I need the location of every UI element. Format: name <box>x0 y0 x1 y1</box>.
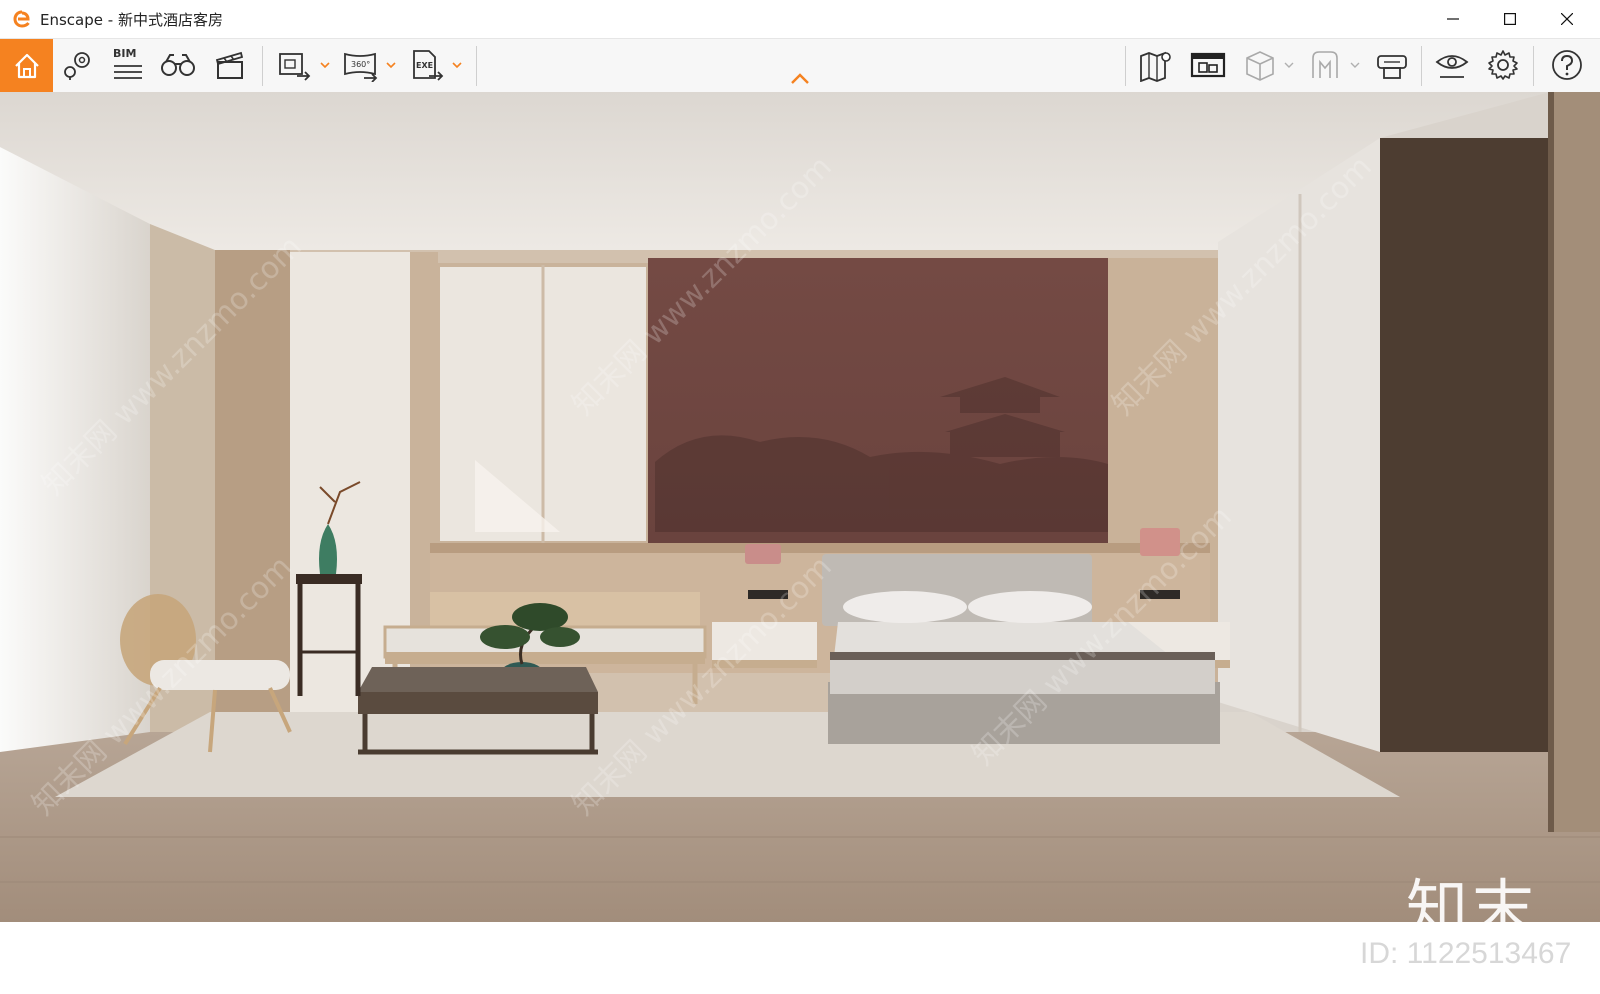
chevron-down-icon[interactable] <box>1349 59 1361 71</box>
app-name: Enscape <box>40 10 103 29</box>
chevron-down-icon[interactable] <box>385 59 397 71</box>
hotel-room-render <box>0 92 1600 922</box>
clapperboard-icon <box>215 51 244 79</box>
binoculars-button[interactable] <box>158 45 198 85</box>
live-link-icon <box>1377 55 1407 79</box>
main-toolbar: BIM 360° EXE <box>0 39 1600 92</box>
toolbar-separator <box>262 46 263 86</box>
map-pin-icon <box>1140 51 1171 82</box>
maximize-button[interactable] <box>1481 0 1538 38</box>
title-separator: - <box>103 10 118 29</box>
settings-button[interactable] <box>1483 45 1523 85</box>
watermark-id: ID: 1122513467 <box>1360 937 1572 970</box>
title-bar: Enscape - 新中式酒店客房 <box>0 0 1600 39</box>
visual-settings-icon <box>1435 55 1469 78</box>
navigation-pin-button[interactable] <box>58 45 98 85</box>
video-editor-button[interactable] <box>210 45 250 85</box>
enscape-logo-icon <box>12 9 32 29</box>
window-title: Enscape - 新中式酒店客房 <box>40 9 223 30</box>
pano-label: 360° <box>351 60 370 69</box>
asset-library-icon <box>1190 52 1226 78</box>
minimize-button[interactable] <box>1424 0 1481 38</box>
map-button[interactable] <box>1136 45 1176 85</box>
export-exe-icon: EXE <box>413 50 444 81</box>
home-icon <box>14 53 39 78</box>
chevron-down-icon[interactable] <box>319 59 331 71</box>
toolbar-separator <box>1421 46 1422 86</box>
export-exe-button[interactable]: EXE <box>407 45 447 85</box>
live-link-button[interactable] <box>1372 45 1412 85</box>
help-icon <box>1552 50 1582 80</box>
close-button[interactable] <box>1538 0 1595 38</box>
close-icon <box>1560 13 1573 25</box>
minimize-icon <box>1446 18 1459 20</box>
exe-label: EXE <box>416 61 433 70</box>
chevron-down-icon[interactable] <box>451 59 463 71</box>
section-box-button[interactable] <box>1240 45 1280 85</box>
asset-library-button[interactable] <box>1188 45 1228 85</box>
toolbar-separator <box>476 46 477 86</box>
render-screenshot-button[interactable] <box>275 45 315 85</box>
vr-headset-button[interactable] <box>1305 45 1345 85</box>
visual-settings-button[interactable] <box>1432 45 1472 85</box>
toolbar-separator <box>1533 46 1534 86</box>
chevron-down-icon[interactable] <box>1283 59 1295 71</box>
help-button[interactable] <box>1547 45 1587 85</box>
vr-headset-icon <box>1312 51 1338 78</box>
binoculars-icon <box>161 54 195 76</box>
render-360-icon: 360° <box>344 52 378 82</box>
bim-label: BIM <box>113 47 137 60</box>
render-screenshot-icon <box>279 53 311 81</box>
render-viewport[interactable]: 知末网 www.znzmo.com 知末网 www.znzmo.com 知末网 … <box>0 92 1600 922</box>
project-name: 新中式酒店客房 <box>117 10 223 29</box>
watermark-brand: 知末 <box>1406 872 1539 945</box>
collapse-toolbar-icon[interactable] <box>789 71 811 87</box>
navigation-pin-icon <box>64 52 90 80</box>
settings-gear-icon <box>1488 50 1518 80</box>
toolbar-separator <box>1125 46 1126 86</box>
maximize-icon <box>1503 13 1516 25</box>
section-box-icon <box>1246 51 1274 81</box>
bim-button[interactable]: BIM <box>107 45 147 85</box>
render-360-button[interactable]: 360° <box>341 45 381 85</box>
home-button[interactable] <box>0 39 53 92</box>
